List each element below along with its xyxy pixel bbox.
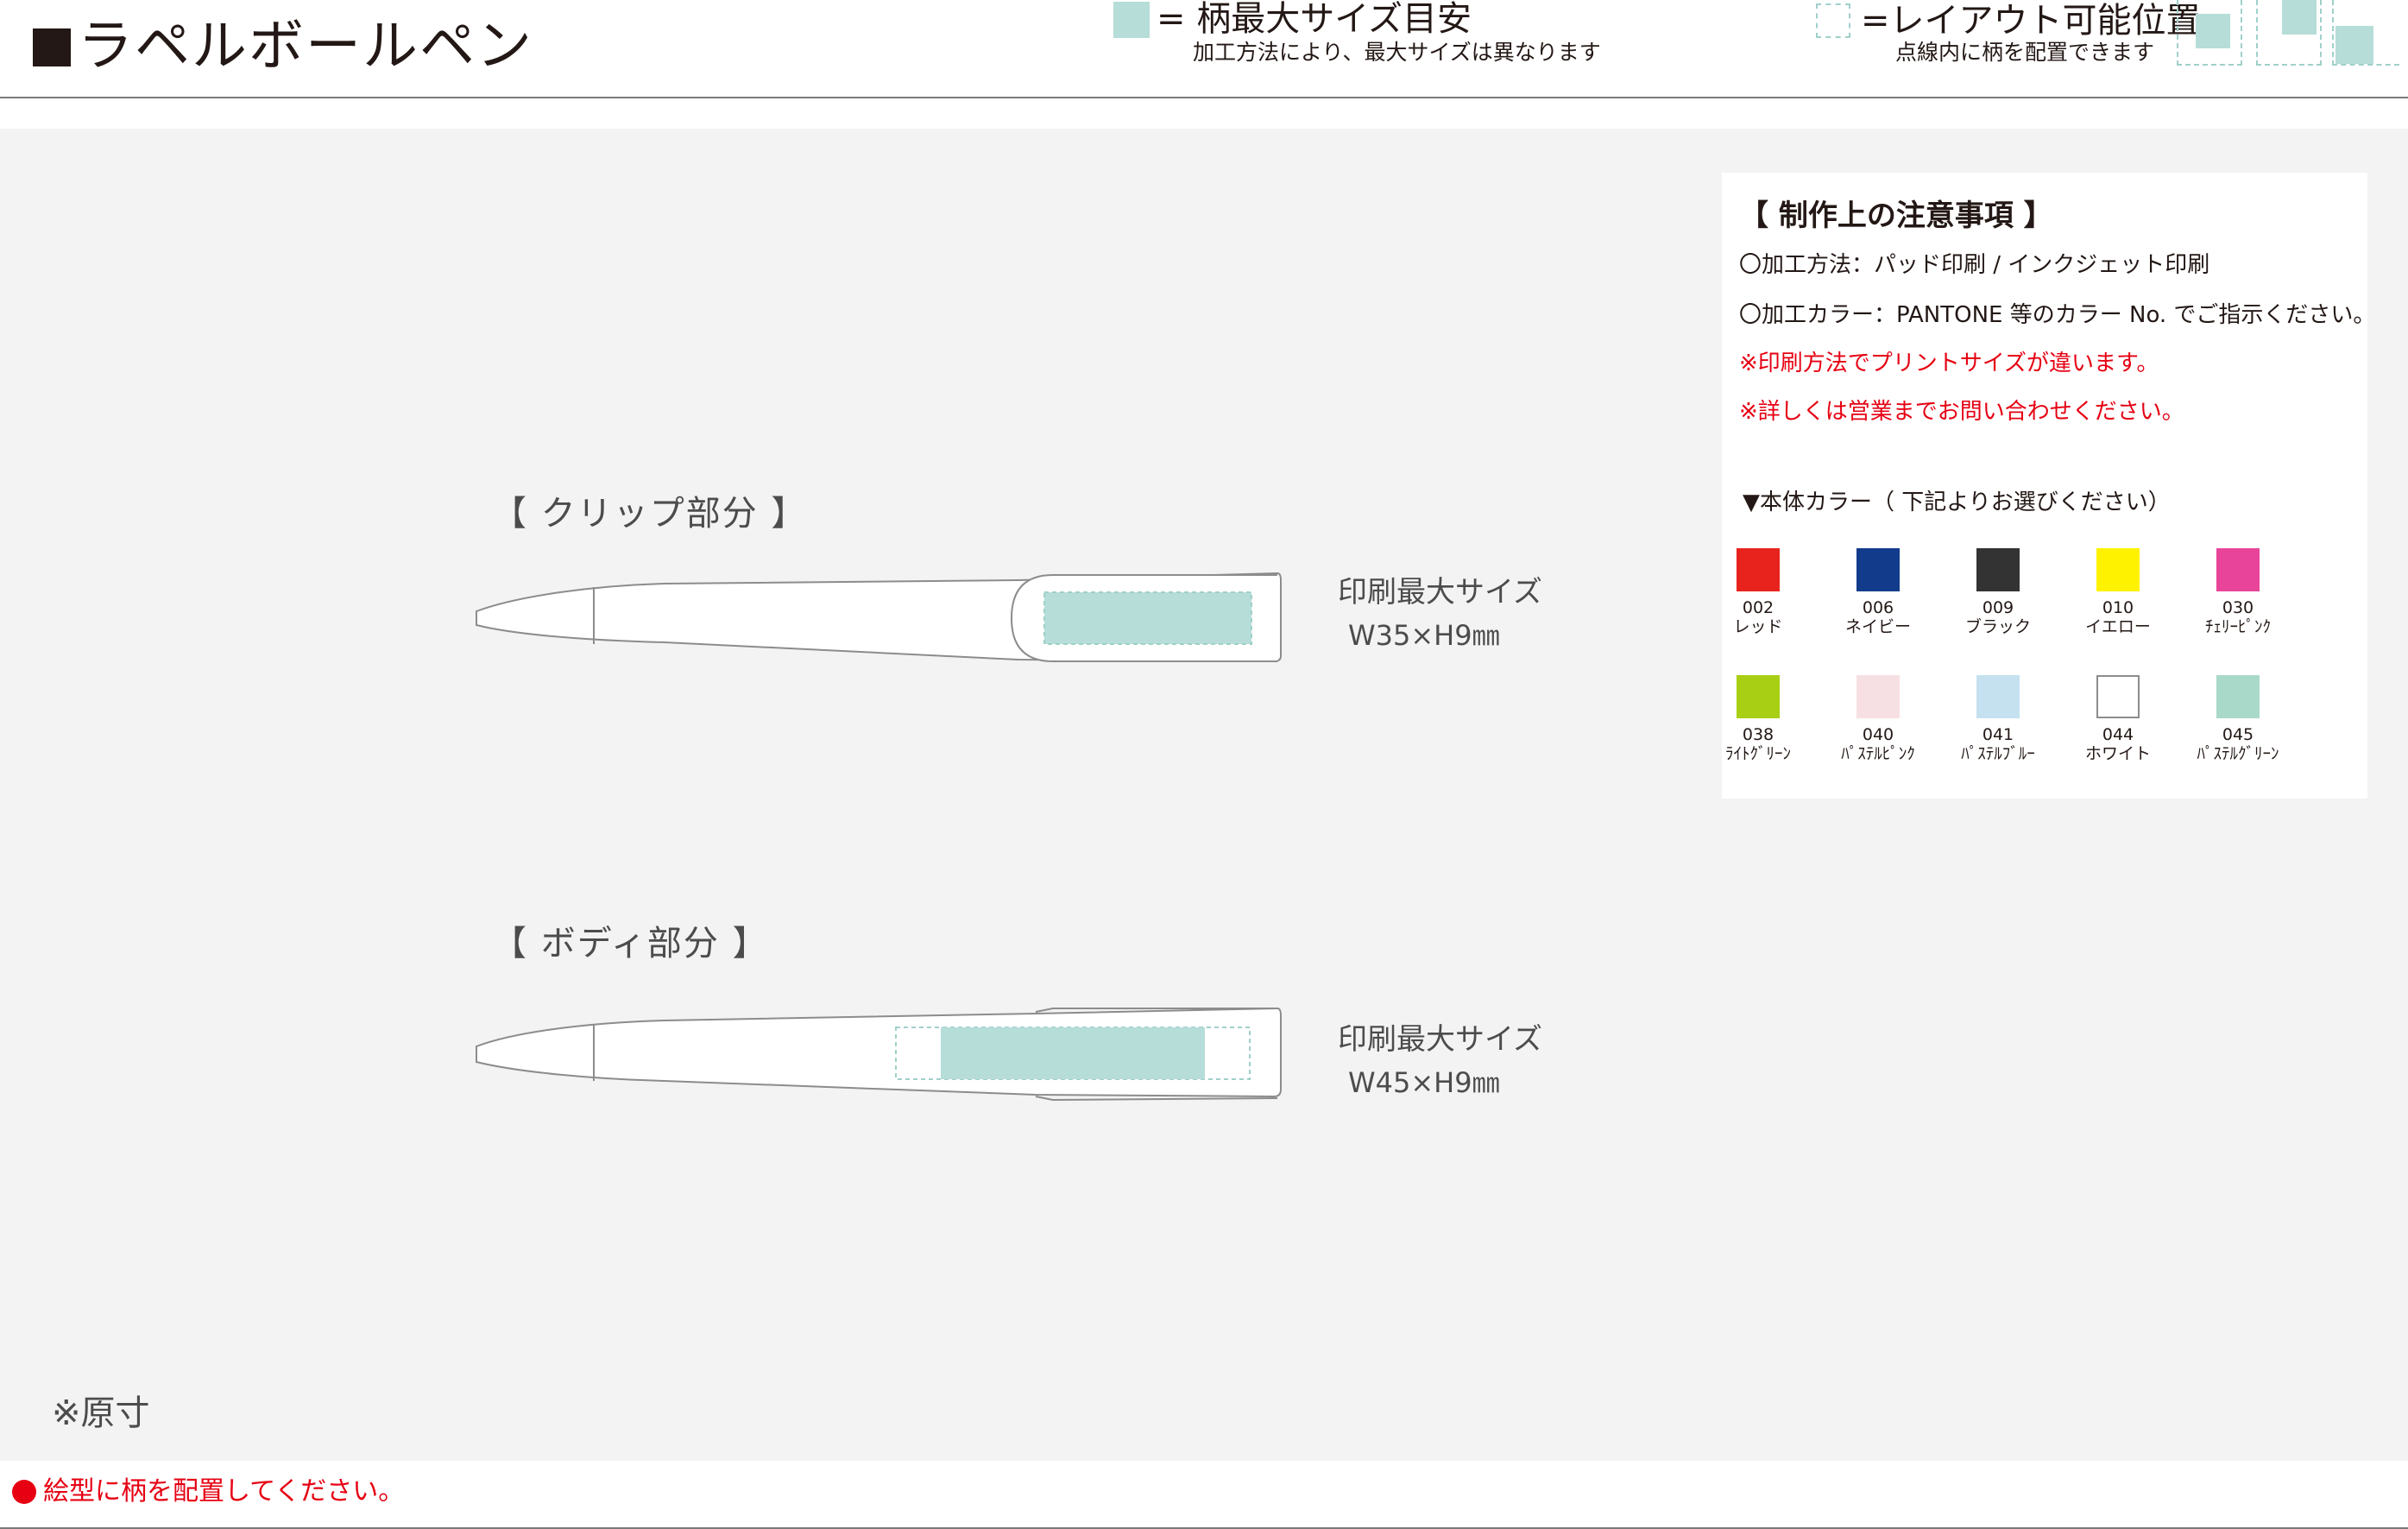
header-divider (0, 97, 2408, 98)
color-option: 006 ネイビー (1826, 548, 1930, 636)
color-name: イエロー (2085, 617, 2151, 636)
color-option: 040 ﾊﾟｽﾃﾙﾋﾟﾝｸ (1826, 675, 1930, 763)
body-section-heading: 【 ボディ部分 】 (492, 924, 769, 964)
color-option: 030 ﾁｪﾘｰﾋﾟﾝｸ (2186, 548, 2290, 636)
notice-method-line: 〇加工方法：パッド印刷 / インクジェット印刷 (1739, 252, 2210, 278)
color-swatch (1856, 675, 1900, 718)
color-swatch (1737, 675, 1780, 718)
max-size-legend-label: = 柄最大サイズ目安 (1157, 0, 1472, 39)
square-bullet-icon (33, 28, 71, 66)
layout-example-right (2332, 0, 2399, 66)
layout-area-legend-note: 点線内に柄を配置できます (1895, 40, 2155, 65)
max-size-legend-note: 加工方法により、最大サイズは異なります (1193, 40, 1601, 65)
color-code: 002 (1742, 598, 1774, 617)
layout-example-right-fill (2336, 26, 2373, 64)
color-swatch (1856, 548, 1900, 591)
color-swatch (2096, 675, 2140, 718)
color-code: 009 (1982, 598, 2014, 617)
color-name: ブラック (1964, 617, 2031, 636)
notice-warning-size: ※印刷方法でプリントサイズが違います。 (1739, 351, 2159, 376)
page-title-text: ラペルボールペン (78, 15, 533, 79)
color-swatch (2216, 548, 2260, 591)
layout-example-center-fill (2282, 0, 2317, 35)
footer-instruction: 絵型に柄を配置してください。 (43, 1476, 405, 1507)
layout-example-center (2256, 0, 2322, 66)
color-option: 044 ホワイト (2066, 675, 2170, 763)
color-code: 040 (1862, 725, 1894, 744)
notice-color-line: 〇加工カラー：PANTONE 等のカラー No. でご指示ください。 (1739, 302, 2376, 328)
color-code: 041 (1982, 725, 2014, 744)
notice-warning-contact: ※詳しくは営業までお問い合わせください。 (1739, 399, 2184, 425)
color-code: 045 (2222, 725, 2254, 744)
body-print-size: W45×H9㎜ (1348, 1066, 1500, 1099)
color-option: 045 ﾊﾟｽﾃﾙｸﾞﾘｰﾝ (2186, 675, 2290, 763)
color-option: 010 イエロー (2066, 548, 2170, 636)
clip-print-size: W35×H9㎜ (1348, 619, 1500, 652)
color-swatch (1976, 675, 2020, 718)
color-code: 038 (1742, 725, 1774, 744)
color-option: 041 ﾊﾟｽﾃﾙﾌﾞﾙｰ (1946, 675, 2050, 763)
color-code: 010 (2102, 598, 2134, 617)
production-notice-panel: 【 制作上の注意事項 】 〇加工方法：パッド印刷 / インクジェット印刷 〇加工… (1722, 173, 2375, 799)
color-name: ネイビー (1844, 617, 1911, 636)
original-size-note: ※原寸 (52, 1393, 150, 1433)
layout-example-left (2177, 0, 2242, 66)
clip-section-heading: 【 クリップ部分 】 (492, 494, 808, 534)
color-swatch (1737, 548, 1780, 591)
notice-title: 【 制作上の注意事項 】 (1739, 199, 2053, 233)
color-name: ﾗｲﾄｸﾞﾘｰﾝ (1724, 744, 1791, 763)
layout-example-left-fill (2196, 14, 2230, 48)
color-name: ﾊﾟｽﾃﾙﾌﾞﾙｰ (1961, 744, 2035, 763)
color-option: 002 レッド (1706, 548, 1810, 636)
color-code: 006 (1862, 598, 1894, 617)
color-code: 030 (2222, 598, 2254, 617)
color-name: ﾊﾟｽﾃﾙﾋﾟﾝｸ (1841, 744, 1915, 763)
color-option: 038 ﾗｲﾄｸﾞﾘｰﾝ (1706, 675, 1810, 763)
body-print-area (941, 1027, 1205, 1079)
color-name: レッド (1733, 617, 1783, 636)
color-swatch (2216, 675, 2260, 718)
color-name: ﾊﾟｽﾃﾙｸﾞﾘｰﾝ (2197, 744, 2279, 763)
color-name: ホワイト (2084, 744, 2151, 763)
max-size-legend-swatch (1113, 2, 1150, 38)
layout-area-legend-label: =レイアウト可能位置 (1861, 1, 2201, 41)
body-print-label: 印刷最大サイズ (1338, 1022, 1542, 1057)
layout-area-legend-swatch (1816, 3, 1850, 38)
clip-print-area (1043, 591, 1252, 645)
color-option: 009 ブラック (1946, 548, 2050, 636)
color-swatch (1976, 548, 2020, 591)
clip-print-label: 印刷最大サイズ (1338, 575, 1542, 610)
pen-clip-view (476, 572, 1282, 663)
red-dot-icon (12, 1480, 36, 1504)
color-code: 044 (2102, 725, 2134, 744)
page-title: ラペルボールペン (33, 10, 533, 83)
pen-body-view (476, 1007, 1282, 1102)
color-swatch (2096, 548, 2140, 591)
color-name: ﾁｪﾘｰﾋﾟﾝｸ (2204, 617, 2271, 636)
body-colors-title: ▼本体カラー（ 下記よりお選びください） (1743, 490, 2171, 515)
